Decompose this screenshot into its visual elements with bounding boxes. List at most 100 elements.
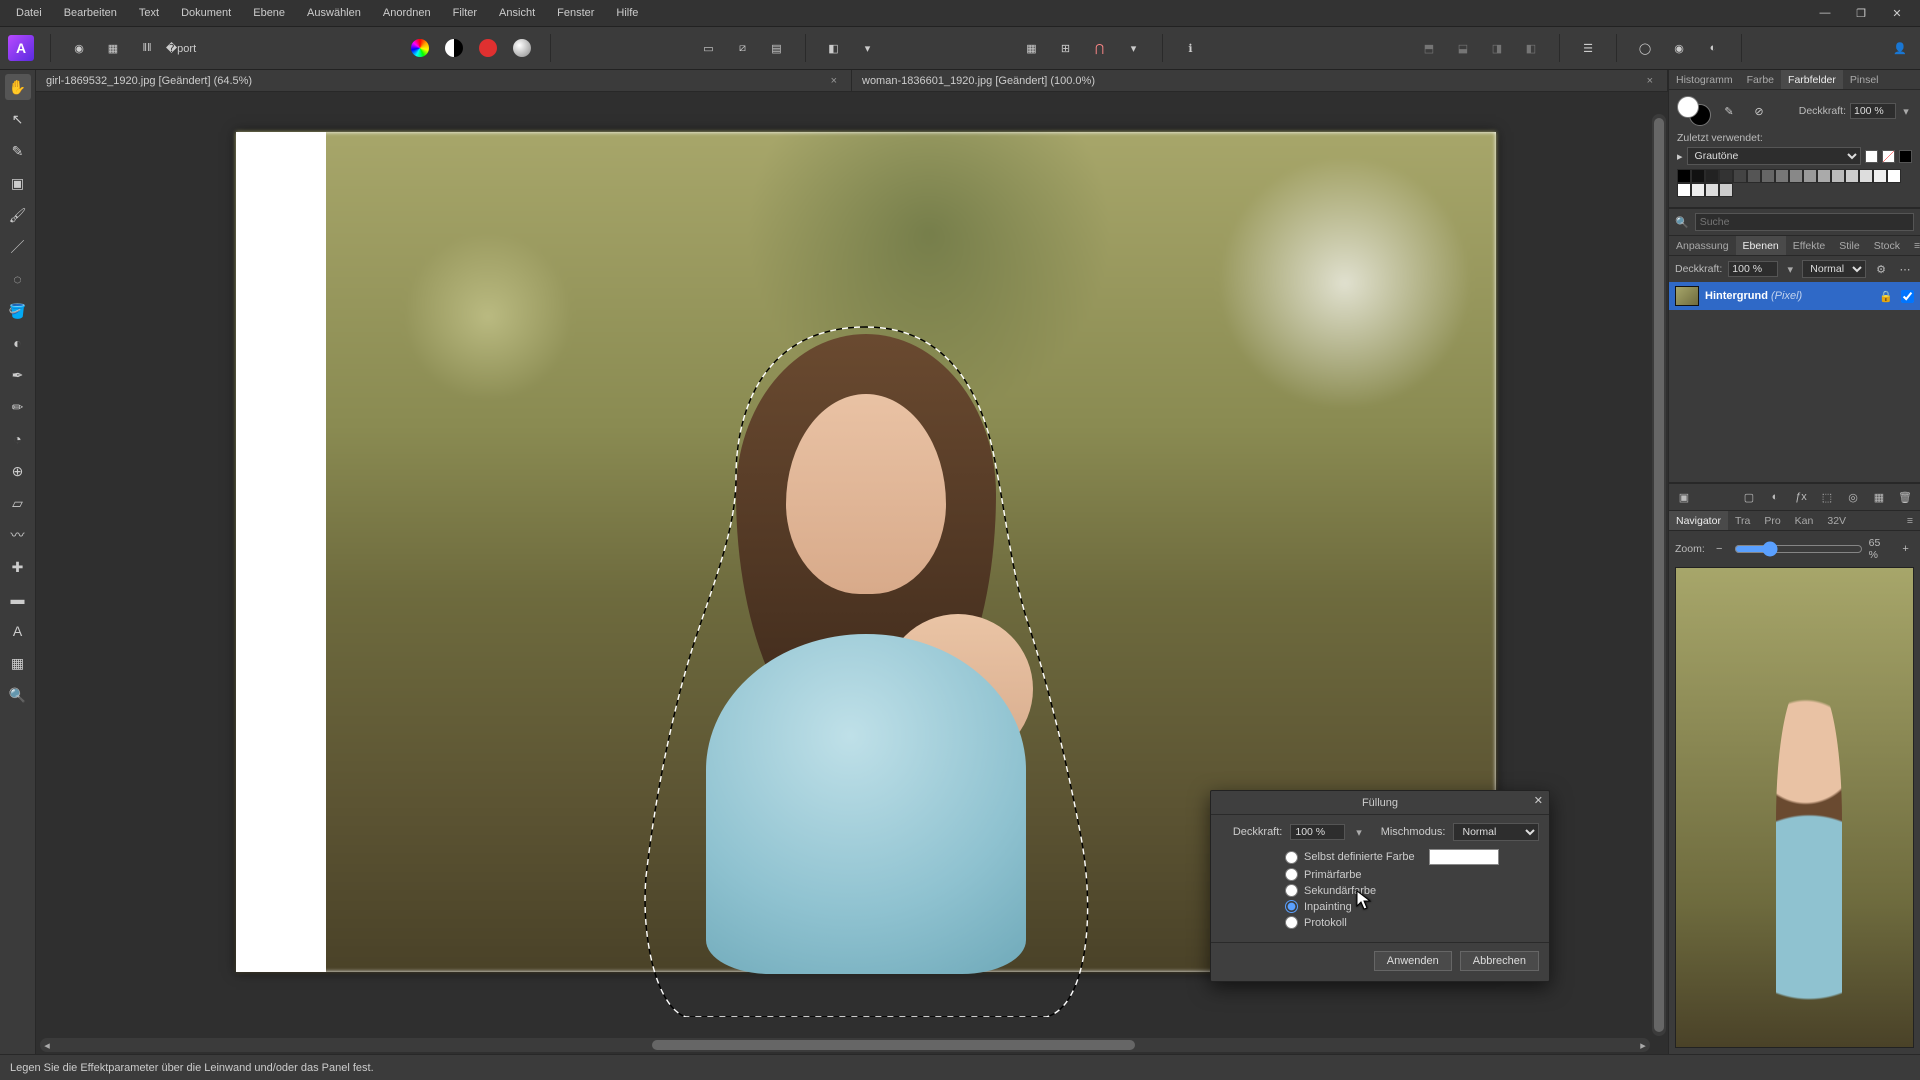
menu-arrange[interactable]: Anordnen [373, 3, 441, 23]
adjustment-icon[interactable]: ◐ [1766, 488, 1784, 506]
photo-persona-icon[interactable]: ◉ [67, 36, 91, 60]
delete-layer-icon[interactable]: 🗑 [1896, 488, 1914, 506]
menu-layer[interactable]: Ebene [243, 3, 295, 23]
opacity-input[interactable] [1850, 103, 1896, 119]
swatch[interactable] [1705, 169, 1719, 183]
mask-icon[interactable]: ▢ [1740, 488, 1758, 506]
maximize-button[interactable]: ❐ [1848, 7, 1874, 20]
panel-menu-icon[interactable]: ≡ [1907, 236, 1920, 255]
menu-help[interactable]: Hilfe [606, 3, 648, 23]
red-icon[interactable] [476, 36, 500, 60]
tab-brushes[interactable]: Pinsel [1843, 70, 1886, 89]
tab-navigator[interactable]: Navigator [1669, 511, 1728, 530]
radio-custom-color[interactable]: Selbst definierte Farbe [1285, 849, 1539, 865]
menu-window[interactable]: Fenster [547, 3, 604, 23]
zoom-out-icon[interactable]: − [1711, 540, 1728, 558]
zoom-in-icon[interactable]: + [1897, 540, 1914, 558]
bw-icon[interactable] [442, 36, 466, 60]
close-button[interactable]: ✕ [1884, 7, 1910, 20]
deselect-icon[interactable]: ⧄ [731, 36, 755, 60]
swatch[interactable] [1705, 183, 1719, 197]
dropdown-icon[interactable]: ▾ [856, 36, 880, 60]
fx-icon[interactable]: ƒx [1792, 488, 1810, 506]
swatch[interactable] [1887, 169, 1901, 183]
develop-persona-icon[interactable]: ǁǁ [135, 36, 159, 60]
swatch-black-icon[interactable] [1899, 150, 1912, 163]
tab-adjustment[interactable]: Anpassung [1669, 236, 1736, 255]
tab-layers[interactable]: Ebenen [1736, 236, 1786, 255]
liquify-persona-icon[interactable]: ▦ [101, 36, 125, 60]
swatch[interactable] [1719, 169, 1733, 183]
layers-group-icon[interactable]: ▣ [1675, 488, 1693, 506]
document-tab-1[interactable]: girl-1869532_1920.jpg [Geändert] (64.5%)… [36, 70, 852, 91]
dodge-tool-icon[interactable]: ◔ [5, 426, 31, 452]
align1-icon[interactable]: ⬒ [1417, 36, 1441, 60]
palette-select[interactable]: Grautöne [1687, 147, 1861, 165]
tab-histogram[interactable]: Histogramm [1669, 70, 1740, 89]
align2-icon[interactable]: ⬓ [1451, 36, 1475, 60]
nav-panel-menu-icon[interactable]: ≡ [1900, 511, 1920, 530]
swatch[interactable] [1677, 183, 1691, 197]
circle2-icon[interactable]: ◉ [1667, 36, 1691, 60]
swatch[interactable] [1761, 169, 1775, 183]
menu-view[interactable]: Ansicht [489, 3, 545, 23]
scroll-right-icon[interactable]: ▸ [1636, 1038, 1650, 1052]
layers-opacity-input[interactable] [1728, 261, 1778, 277]
swatch[interactable] [1775, 169, 1789, 183]
color-picker-tool-icon[interactable]: ✎ [5, 138, 31, 164]
eraser-tool-icon[interactable]: ▱ [5, 490, 31, 516]
swatch[interactable] [1817, 169, 1831, 183]
swatch[interactable] [1873, 169, 1887, 183]
tab-effects[interactable]: Effekte [1786, 236, 1833, 255]
swatch[interactable] [1803, 169, 1817, 183]
swatch[interactable] [1691, 169, 1705, 183]
smudge-tool-icon[interactable]: 〰 [5, 522, 31, 548]
radio-inpainting[interactable]: Inpainting [1285, 900, 1539, 913]
tab-color[interactable]: Farbe [1740, 70, 1781, 89]
swatch[interactable] [1719, 183, 1733, 197]
zoom-tool-icon[interactable]: 🔍 [5, 682, 31, 708]
layer-visibility-checkbox[interactable] [1901, 290, 1914, 303]
swatch[interactable] [1859, 169, 1873, 183]
dialog-blend-select[interactable]: Normal [1453, 823, 1539, 841]
layer-more-icon[interactable]: ⋯ [1896, 260, 1914, 278]
crop-layer-icon[interactable]: ⬚ [1818, 488, 1836, 506]
layer-lock-icon[interactable]: 🔒 [1877, 287, 1895, 305]
tab-transform[interactable]: Tra [1728, 511, 1757, 530]
search-input[interactable] [1695, 213, 1914, 231]
apply-button[interactable]: Anwenden [1374, 951, 1452, 971]
swatch[interactable] [1691, 183, 1705, 197]
tab-swatches[interactable]: Farbfelder [1781, 70, 1843, 89]
snap-icon[interactable]: ⊞ [1054, 36, 1078, 60]
brush-tool-icon[interactable]: ／ [5, 234, 31, 260]
swatch-none-icon[interactable] [1882, 150, 1895, 163]
menu-file[interactable]: Datei [6, 3, 52, 23]
quick-mask-icon[interactable]: ▤ [765, 36, 789, 60]
swatch[interactable] [1789, 169, 1803, 183]
radio-primary-color[interactable]: Primärfarbe [1285, 868, 1539, 881]
layer-settings-icon[interactable]: ⚙ [1872, 260, 1890, 278]
dialog-titlebar[interactable]: Füllung ✕ [1211, 791, 1549, 815]
radio-secondary-color[interactable]: Sekundärfarbe [1285, 884, 1539, 897]
swatch[interactable] [1677, 169, 1691, 183]
export-persona-icon[interactable]: �port [169, 36, 193, 60]
dialog-opacity-dropdown-icon[interactable]: ▾ [1353, 825, 1364, 839]
color-wheel-icon[interactable] [408, 36, 432, 60]
circle3-icon[interactable]: ◐ [1701, 36, 1725, 60]
menu-text[interactable]: Text [129, 3, 169, 23]
fg-bg-colors[interactable] [1677, 96, 1711, 126]
magnet-icon[interactable]: ⋂ [1088, 36, 1112, 60]
text-tool-icon[interactable]: A [5, 618, 31, 644]
swatch[interactable] [1845, 169, 1859, 183]
gradient-tool-icon[interactable]: ◐ [5, 330, 31, 356]
crop-icon[interactable]: ◧ [822, 36, 846, 60]
grid-icon[interactable]: ▦ [1020, 36, 1044, 60]
menu-select[interactable]: Auswählen [297, 3, 371, 23]
hand-tool-icon[interactable]: ✋ [5, 74, 31, 100]
menu-edit[interactable]: Bearbeiten [54, 3, 127, 23]
align3-icon[interactable]: ◨ [1485, 36, 1509, 60]
radio-protocol[interactable]: Protokoll [1285, 916, 1539, 929]
scroll-left-icon[interactable]: ◂ [40, 1038, 54, 1052]
swatch-opt-icon[interactable] [1865, 150, 1878, 163]
pen-tool-icon[interactable]: ✒ [5, 362, 31, 388]
